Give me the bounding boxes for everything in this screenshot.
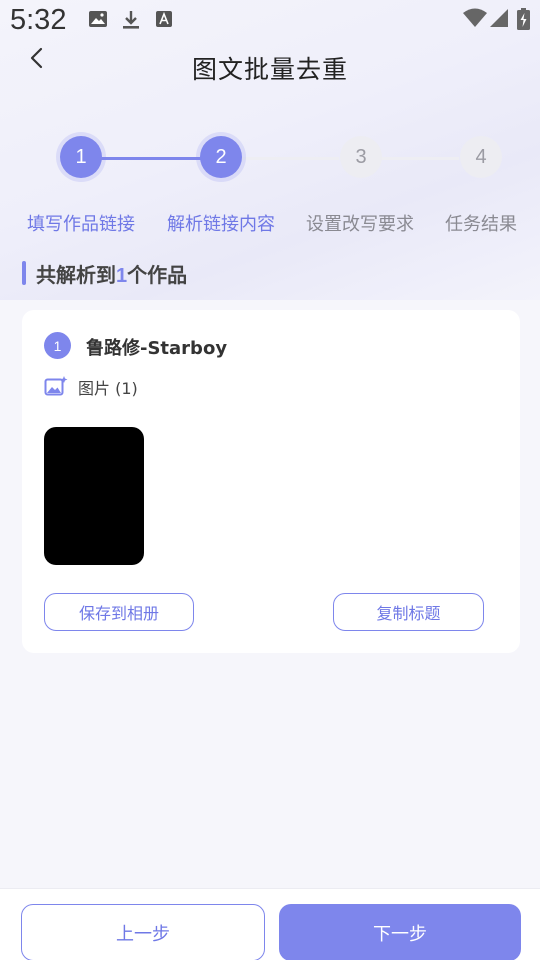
status-bar: 5:32 (0, 0, 540, 44)
step-3-label: 设置改写要求 (306, 214, 414, 235)
step-3-circle: 3 (340, 136, 382, 178)
section-title: 共解析到1个作品 (36, 259, 187, 288)
step-4-circle: 4 (460, 136, 502, 178)
images-count-label: 图片 (1) (78, 379, 138, 398)
section-prefix: 共解析到 (36, 262, 116, 287)
next-step-button[interactable]: 下一步 (279, 904, 521, 960)
image-thumbnail[interactable] (44, 427, 144, 565)
font-icon (155, 10, 173, 32)
save-to-album-button[interactable]: 保存到相册 (44, 593, 194, 631)
step-2-label: 解析链接内容 (167, 214, 275, 235)
progress-stepper: 1 2 3 4 填写作品链接 解析链接内容 设置改写要求 任务结果 (0, 136, 540, 246)
item-title: 鲁路修-Starboy (86, 338, 228, 359)
step-1-circle: 1 (60, 136, 102, 178)
page-title: 图文批量去重 (191, 55, 348, 84)
step-2-circle: 2 (200, 136, 242, 178)
step-connector-pending (241, 157, 339, 160)
status-time: 5:32 (10, 4, 67, 36)
item-index-badge: 1 (44, 332, 71, 359)
bottom-action-bar: 上一步 下一步 (0, 888, 540, 960)
step-1-label: 填写作品链接 (27, 214, 135, 235)
wifi-icon (462, 8, 488, 32)
section-count: 1 (116, 264, 128, 287)
step-connector-pending (381, 157, 459, 160)
image-icon (88, 10, 108, 32)
step-connector-done (101, 157, 201, 160)
download-icon (121, 10, 141, 34)
section-suffix: 个作品 (127, 262, 188, 287)
step-4-label: 任务结果 (445, 214, 517, 235)
section-accent-bar (22, 261, 26, 285)
previous-step-button[interactable]: 上一步 (21, 904, 265, 960)
result-card: 1 鲁路修-Starboy 图片 (1) 保存到相册 复制标题 (22, 310, 520, 653)
copy-title-button[interactable]: 复制标题 (333, 593, 484, 631)
battery-charging-icon (517, 8, 530, 34)
signal-icon (489, 8, 509, 32)
image-sparkle-icon (44, 375, 68, 397)
section-header: 共解析到1个作品 (22, 259, 187, 288)
